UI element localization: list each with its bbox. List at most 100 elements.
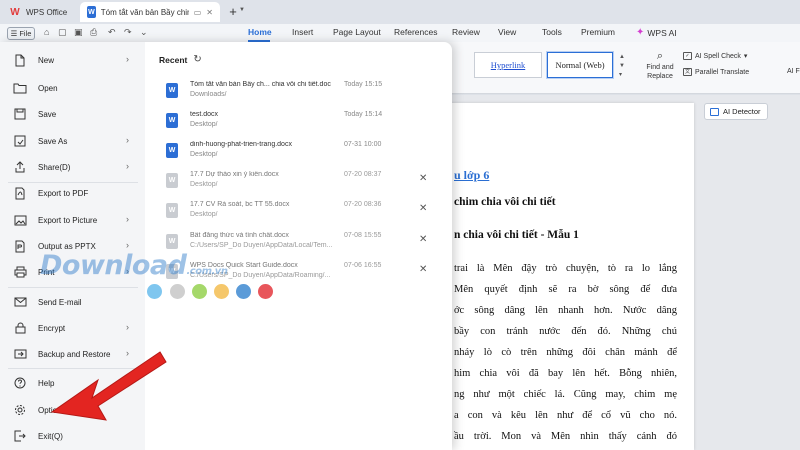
open-icon: [13, 81, 27, 95]
close-icon[interactable]: ✕: [419, 264, 427, 275]
file-menu-share[interactable]: Share(D) ›: [0, 155, 145, 179]
recent-file-path: Desktop/: [190, 121, 218, 128]
file-menu-label: Export to PDF: [38, 188, 89, 198]
document-page[interactable]: u lớp 6 chim chia vôi chi tiết n chia vô…: [412, 103, 694, 450]
ai-font-button[interactable]: AI F: [787, 68, 800, 75]
file-menu-label: New: [38, 55, 55, 65]
recent-title: Recent: [159, 54, 188, 65]
undo-icon[interactable]: ↶: [108, 27, 116, 38]
close-icon[interactable]: ✕: [206, 8, 213, 17]
tab-review[interactable]: Review: [452, 27, 480, 37]
parallel-translate-button[interactable]: 文 Parallel Translate: [683, 68, 749, 76]
recent-file-name: 17.7 CV Rà soát, bc TT 55.docx: [190, 201, 290, 208]
doc-text-line: ng như một chiếc lá. Cũng may, chim mẹ: [454, 389, 677, 400]
file-menu-export-pdf[interactable]: Export to PDF: [0, 181, 145, 205]
refresh-icon[interactable]: ↻: [193, 54, 201, 65]
watermark-dot: [258, 284, 273, 299]
parallel-translate-label: Parallel Translate: [695, 68, 750, 76]
watermark-dot: [192, 284, 207, 299]
tab-view[interactable]: View: [498, 27, 516, 37]
recent-file-path: C:/Users/SP_Do Duyen/AppData/Local/Tem..…: [190, 242, 333, 249]
menu-bar: Home Insert Page Layout References Revie…: [0, 24, 800, 42]
spell-check-icon: ✓: [683, 52, 692, 60]
doc-heading-link[interactable]: u lớp 6: [454, 168, 489, 183]
doc-icon: W: [166, 113, 178, 128]
ai-spell-check-button[interactable]: ✓ AI Spell Check ▾: [683, 52, 747, 60]
chevron-right-icon: ›: [126, 214, 129, 224]
doc-text-line: Mên quyết định sẽ ra bờ sông để đưa: [454, 284, 677, 295]
arrow-shape: [50, 351, 167, 421]
file-menu-save[interactable]: Save: [0, 102, 145, 126]
chevron-down-icon[interactable]: ⌄: [140, 27, 148, 38]
screen-icon[interactable]: ▭: [194, 8, 202, 17]
new-tab-button[interactable]: +: [226, 4, 240, 19]
pdf-icon: [13, 186, 27, 200]
chevron-right-icon: ›: [126, 240, 129, 250]
style-normal-web[interactable]: Normal (Web): [547, 52, 613, 78]
recent-file-row[interactable]: W test.docx Desktop/ Today 15:14: [160, 110, 440, 140]
recent-file-row[interactable]: W 17.7 CV Rà soát, bc TT 55.docx Desktop…: [160, 200, 440, 230]
picture-icon: [13, 213, 27, 227]
print-icon[interactable]: ⎙: [90, 27, 97, 38]
file-label: File: [19, 29, 32, 38]
save-icon[interactable]: ▣: [74, 27, 83, 38]
watermark-dot: [214, 284, 229, 299]
share-icon: [13, 160, 27, 174]
file-menu-export-picture[interactable]: Export to Picture ›: [0, 208, 145, 232]
tab-insert[interactable]: Insert: [292, 27, 313, 37]
tab-wps-office[interactable]: W WPS Office: [2, 2, 78, 22]
doc-icon: W: [166, 203, 178, 218]
recent-file-path: Desktop/: [190, 151, 218, 158]
file-menu-open[interactable]: Open: [0, 76, 145, 100]
file-menu-button[interactable]: ☰ File: [7, 27, 35, 40]
gear-icon: [13, 403, 27, 417]
close-icon[interactable]: ✕: [419, 234, 427, 245]
doc-text-line: ớc sông dâng lên nhanh hơn. Nước dâng: [454, 305, 677, 316]
search-icon: ⌕: [656, 50, 664, 62]
recent-file-time: 07-08 15:55: [344, 232, 382, 239]
file-menu-label: Encrypt: [38, 323, 66, 333]
menu-divider: [8, 287, 138, 288]
file-menu-label: Send E-mail: [38, 297, 82, 307]
recent-file-row[interactable]: W 17.7 Dự thảo xin ý kiến.docx Desktop/ …: [160, 170, 440, 200]
recent-file-path: Downloads/: [190, 91, 227, 98]
recent-file-row[interactable]: W Tóm tắt văn bản Bầy ch... chia vôi chi…: [160, 80, 440, 110]
doc-icon: W: [166, 173, 178, 188]
ai-detector-button[interactable]: AI Detector: [704, 103, 768, 120]
style-scroll-arrows[interactable]: ▲ ▼ ▾: [619, 53, 625, 80]
tab-premium[interactable]: Premium: [581, 27, 615, 37]
find-replace-button[interactable]: ⌕ Find and Replace: [640, 50, 680, 81]
file-menu-send-email[interactable]: Send E-mail: [0, 290, 145, 314]
exit-icon: [13, 429, 27, 443]
red-arrow-annotation: [50, 351, 167, 421]
doc-icon: W: [87, 6, 96, 18]
save-as-icon: [13, 134, 27, 148]
chevron-down-icon[interactable]: ▼: [239, 7, 245, 13]
recent-file-time: 07-20 08:36: [344, 201, 382, 208]
doc-icon: W: [166, 143, 178, 158]
redo-icon[interactable]: ↷: [124, 27, 132, 38]
recent-file-time: Today 15:14: [344, 111, 383, 118]
tab-page-layout[interactable]: Page Layout: [333, 27, 381, 37]
file-menu-new[interactable]: New ›: [0, 48, 145, 72]
tab-home[interactable]: Home: [248, 27, 272, 37]
tab-tools[interactable]: Tools: [542, 27, 562, 37]
doc-text-line: bầy con tránh nước đến đó. Những chú: [454, 326, 677, 337]
recent-file-row[interactable]: W dinh-huong-phat-trien-trang.docx Deskt…: [160, 140, 440, 170]
tab-references[interactable]: References: [394, 27, 437, 37]
close-icon[interactable]: ✕: [419, 203, 427, 214]
chevron-right-icon: ›: [126, 135, 129, 145]
folder-icon[interactable]: ▢: [58, 27, 67, 38]
home-icon[interactable]: ⌂: [44, 27, 49, 37]
file-menu-save-as[interactable]: Save As ›: [0, 129, 145, 153]
hamburger-icon: ☰: [10, 29, 18, 38]
tab-document[interactable]: W Tóm tắt văn bản Bầy chim ch... ▭ ✕: [80, 2, 220, 22]
style-hyperlink[interactable]: Hyperlink: [474, 52, 542, 78]
file-menu-label: Save: [38, 109, 57, 119]
close-icon[interactable]: ✕: [419, 173, 427, 184]
watermark-text: Download: [40, 250, 187, 281]
wps-ai-button[interactable]: ✦ WPS AI: [636, 27, 677, 38]
recent-file-path: Desktop/: [190, 211, 218, 218]
save-icon: [13, 107, 27, 121]
file-menu-encrypt[interactable]: Encrypt ›: [0, 316, 145, 340]
